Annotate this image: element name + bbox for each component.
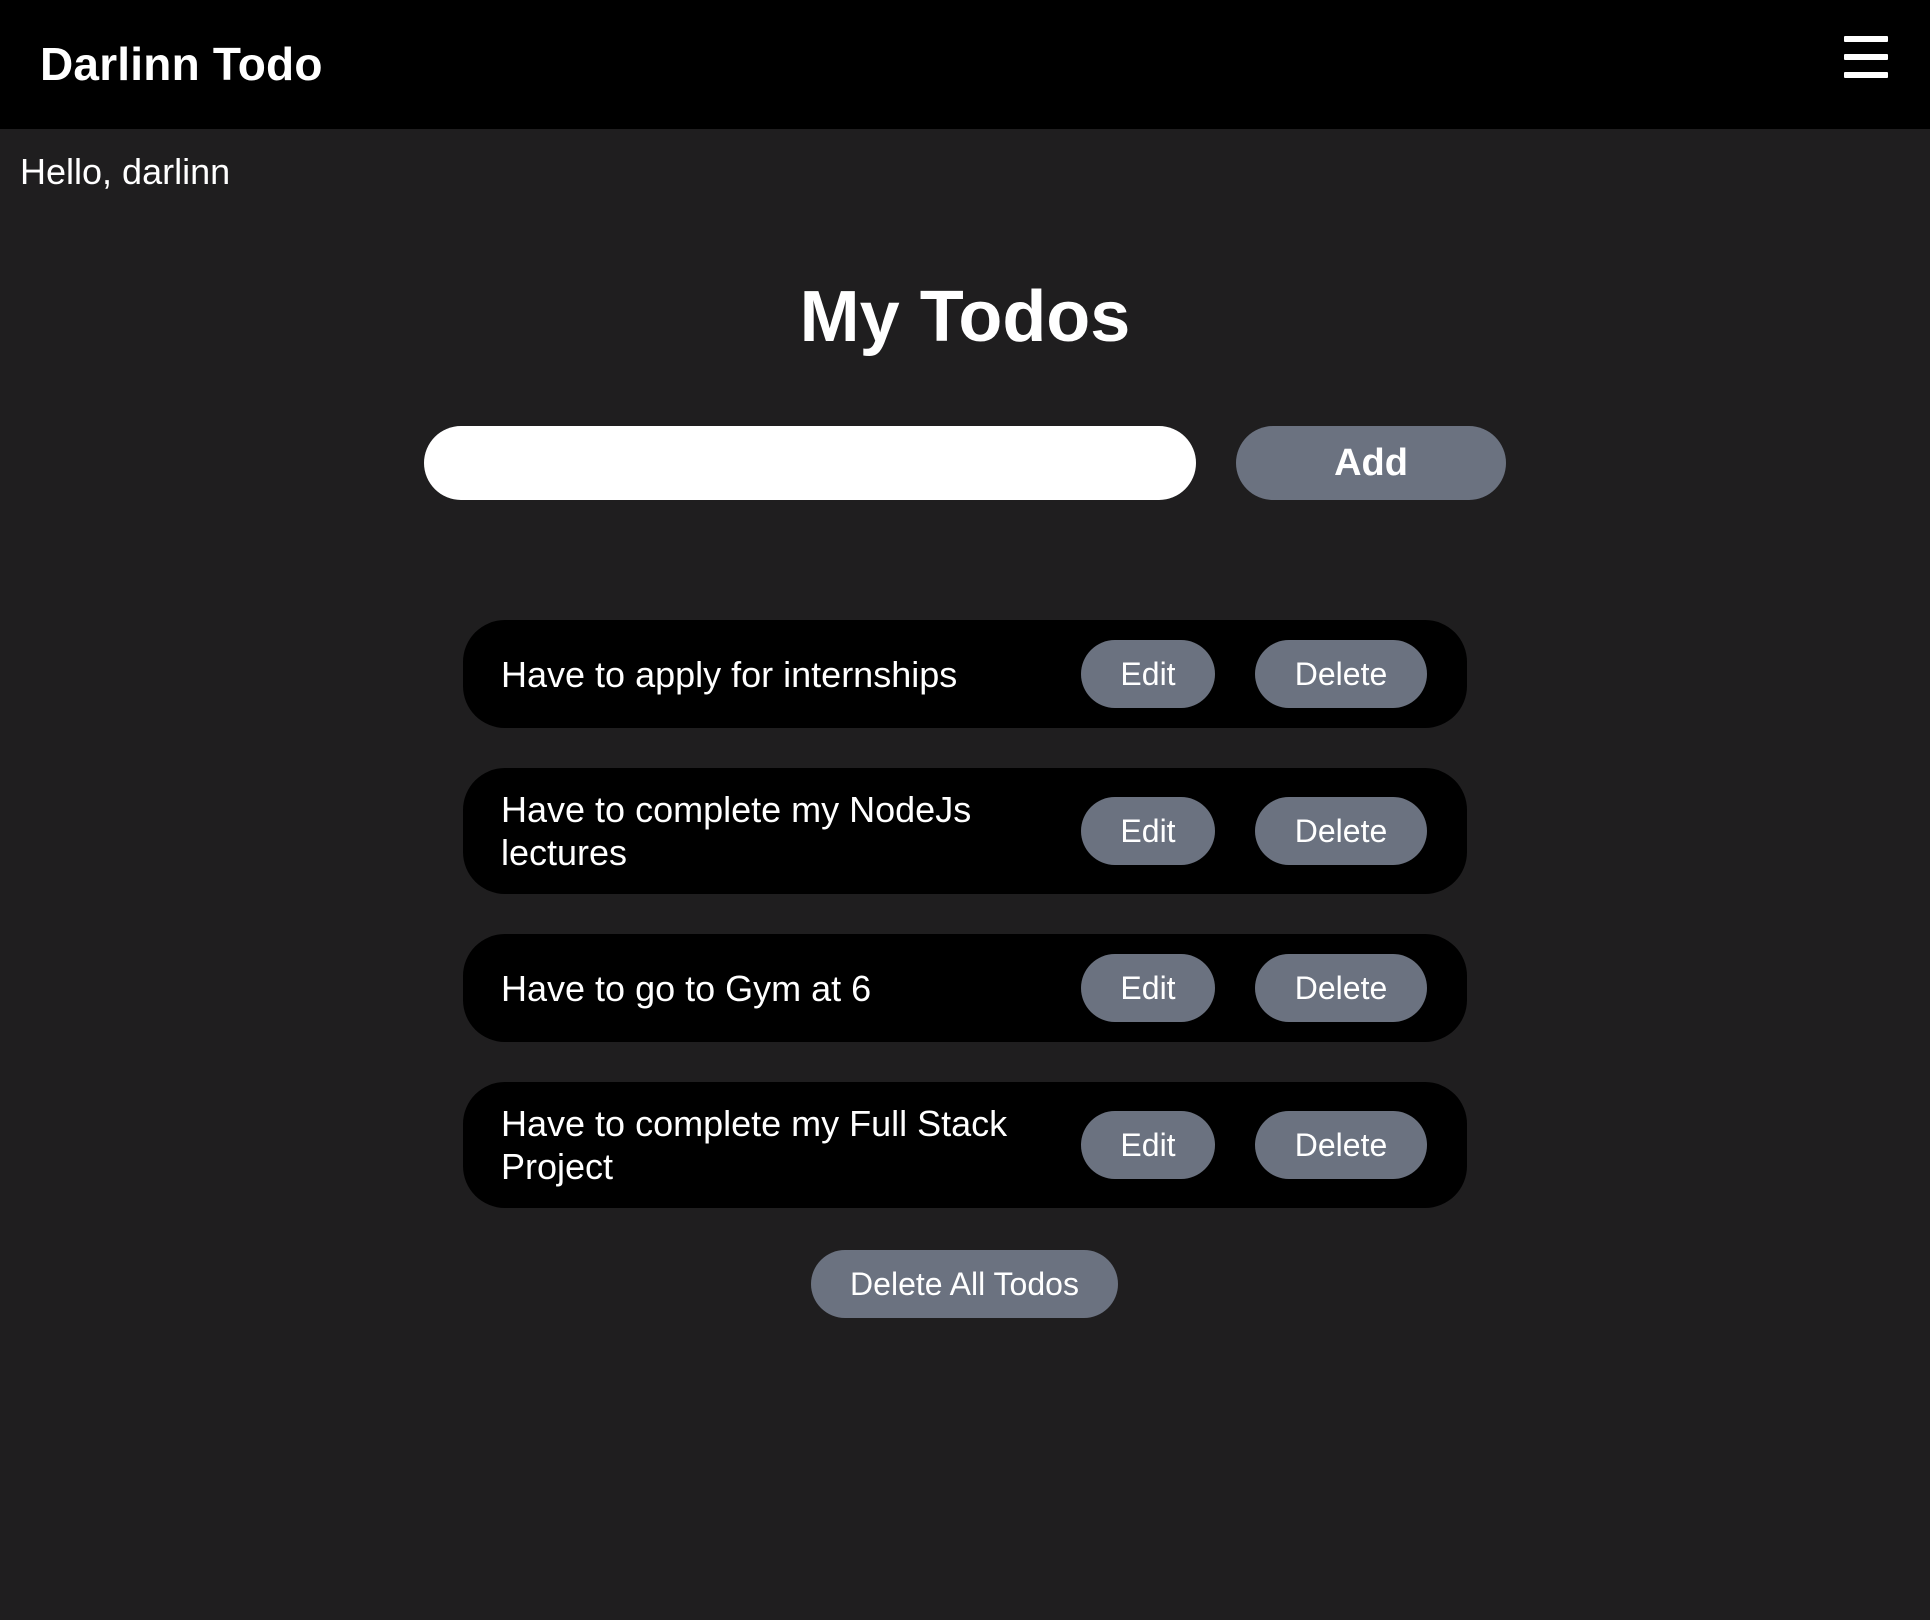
- menu-bar: [1844, 36, 1888, 42]
- add-button[interactable]: Add: [1236, 426, 1506, 500]
- edit-button[interactable]: Edit: [1081, 640, 1215, 708]
- delete-all-todos-button[interactable]: Delete All Todos: [811, 1250, 1118, 1318]
- greeting-text: Hello, darlinn: [20, 151, 231, 192]
- navbar: Darlinn Todo: [0, 0, 1930, 129]
- page-title: My Todos: [799, 277, 1131, 357]
- delete-button[interactable]: Delete: [1255, 954, 1427, 1022]
- menu-bar: [1844, 54, 1888, 60]
- todo-item: Have to apply for internships Edit Delet…: [463, 620, 1467, 728]
- todo-list: Have to apply for internships Edit Delet…: [463, 620, 1467, 1248]
- menu-bar: [1844, 72, 1888, 78]
- todo-input[interactable]: [424, 426, 1196, 500]
- delete-button[interactable]: Delete: [1255, 1111, 1427, 1179]
- todo-text: Have to complete my NodeJs lectures: [501, 789, 972, 873]
- delete-button[interactable]: Delete: [1255, 640, 1427, 708]
- todo-text: Have to complete my Full Stack Project: [501, 1103, 1008, 1187]
- todo-text: Have to go to Gym at 6: [501, 967, 872, 1009]
- todo-item: Have to complete my Full Stack Project E…: [463, 1082, 1467, 1208]
- edit-button[interactable]: Edit: [1081, 797, 1215, 865]
- todo-item: Have to go to Gym at 6 Edit Delete: [463, 934, 1467, 1042]
- edit-button[interactable]: Edit: [1081, 1111, 1215, 1179]
- edit-button[interactable]: Edit: [1081, 954, 1215, 1022]
- brand-title[interactable]: Darlinn Todo: [40, 34, 323, 94]
- todo-text: Have to apply for internships: [501, 653, 958, 695]
- hamburger-menu-icon[interactable]: [1844, 36, 1888, 78]
- delete-button[interactable]: Delete: [1255, 797, 1427, 865]
- todo-item: Have to complete my NodeJs lectures Edit…: [463, 768, 1467, 894]
